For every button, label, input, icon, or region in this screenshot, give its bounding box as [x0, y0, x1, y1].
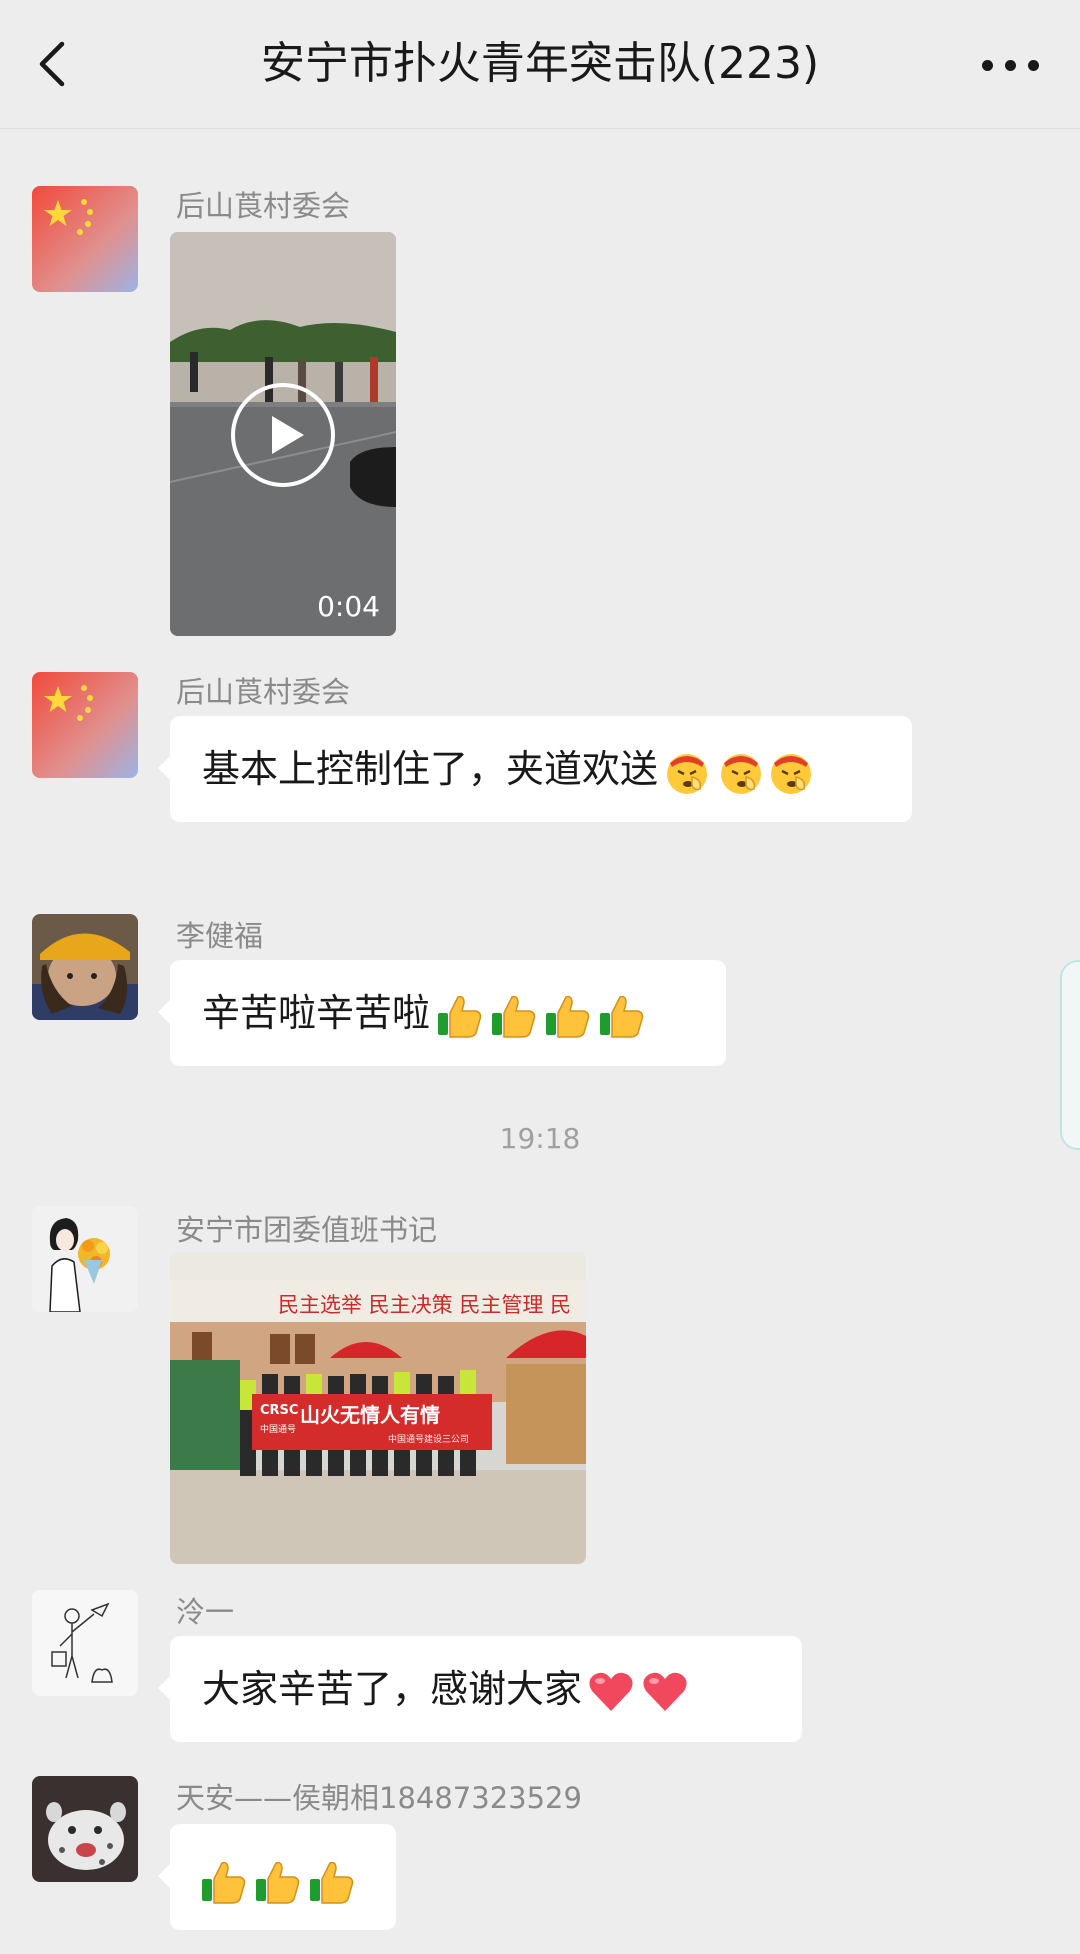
banner-subtext: 中国通号建设三公司 [388, 1433, 469, 1445]
message-text: 辛苦啦辛苦啦 [202, 991, 431, 1035]
banner-logo-subtext: 中国通号 [260, 1423, 296, 1435]
message-bubble[interactable]: 辛苦啦辛苦啦 [158, 960, 726, 1066]
sender-name: 安宁市团委值班书记 [176, 1213, 438, 1247]
sender-name: 李健福 [176, 919, 264, 953]
thumbs-up-emoji [488, 991, 538, 1041]
sender-name: 后山莨村委会 [176, 189, 351, 223]
message-text: 大家辛苦了，感谢大家 [202, 1667, 583, 1711]
avatar-man-cap[interactable] [32, 914, 138, 1020]
message-text: 基本上控制住了，夹道欢送 [202, 747, 659, 791]
salute-face-emoji [766, 747, 816, 797]
image-message[interactable]: 民主选举 民主决策 民主管理 民 CRSC 中国通号 山火无情人有情 中国通号建… [170, 1252, 586, 1564]
sender-name: 泠一 [176, 1595, 235, 1629]
banner-logo-text: CRSC [260, 1403, 298, 1418]
avatar-flag[interactable] [32, 186, 138, 292]
salute-face-emoji [662, 747, 712, 797]
thumbs-up-emoji [434, 991, 484, 1041]
heart-emoji [586, 1667, 636, 1717]
salute-face-emoji [716, 747, 766, 797]
thumbs-up-emoji [198, 1857, 248, 1907]
thumbs-up-emoji [252, 1857, 302, 1907]
thumbs-up-emoji [596, 991, 646, 1041]
avatar-snow-leopard[interactable] [32, 1776, 138, 1882]
message-bubble[interactable]: 大家辛苦了，感谢大家 [158, 1636, 802, 1742]
wall-slogan: 民主选举 民主决策 民主管理 民 [278, 1293, 571, 1317]
avatar-sketch[interactable] [32, 1590, 138, 1696]
chat-title: 安宁市扑火青年突击队(223) [260, 38, 820, 89]
timestamp: 19:18 [499, 1122, 581, 1155]
message-bubble[interactable]: 基本上控制住了，夹道欢送 [158, 716, 912, 822]
avatar-flag[interactable] [32, 672, 138, 778]
sender-name: 天安——侯朝相18487323529 [176, 1781, 582, 1815]
play-icon[interactable] [230, 382, 336, 488]
more-options-icon[interactable] [982, 60, 1040, 74]
video-message[interactable]: 0:04 [170, 232, 396, 636]
avatar-girl-flowers[interactable] [32, 1206, 138, 1312]
heart-emoji [640, 1667, 690, 1717]
thumbs-up-emoji [542, 991, 592, 1041]
chat-header: 安宁市扑火青年突击队(223) [0, 0, 1080, 129]
video-duration: 0:04 [317, 590, 380, 623]
thumbs-up-emoji [306, 1857, 356, 1907]
banner-text: 山火无情人有情 [300, 1403, 440, 1427]
message-bubble[interactable] [158, 1824, 396, 1930]
sender-name: 后山莨村委会 [176, 675, 351, 709]
